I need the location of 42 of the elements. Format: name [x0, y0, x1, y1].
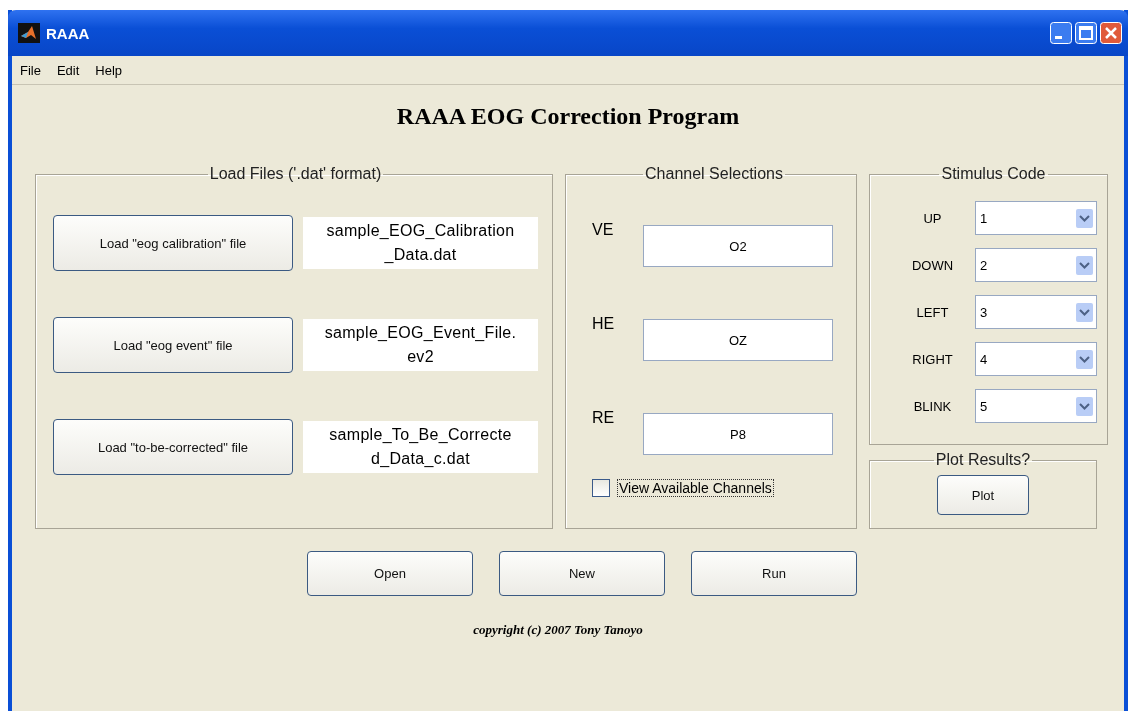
window-title: RAAA: [46, 24, 90, 42]
channel-field[interactable]: P8: [643, 413, 833, 455]
code-dropdown[interactable]: 1: [975, 201, 1097, 235]
channel-field[interactable]: OZ: [643, 319, 833, 361]
panel-title: Stimulus Code: [940, 165, 1047, 183]
code-dropdown[interactable]: 5: [975, 389, 1097, 423]
code-dropdown[interactable]: 4: [975, 342, 1097, 376]
app-icon: [18, 23, 40, 43]
stimulus-label: RIGHT: [911, 351, 954, 367]
program-heading: RAAA EOG Correction Program: [395, 103, 741, 131]
channel-label: RE: [592, 408, 616, 427]
menu-item[interactable]: File: [14, 60, 47, 80]
stimulus-label: LEFT: [915, 304, 950, 320]
load-file-button[interactable]: Load "to-be-corrected" file: [53, 419, 293, 475]
channel-label: VE: [592, 220, 615, 239]
action-button[interactable]: Run: [691, 551, 857, 596]
code-dropdown[interactable]: 2: [975, 248, 1097, 282]
stimulus-label: UP: [922, 210, 943, 226]
channel-field[interactable]: O2: [643, 225, 833, 267]
file-name-text: sample_EOG_Event_File. ev2: [303, 319, 538, 371]
channel-label: HE: [592, 314, 616, 333]
load-file-button[interactable]: Load "eog calibration" file: [53, 215, 293, 271]
panel-title: Load Files ('.dat' format): [208, 165, 383, 183]
action-button[interactable]: Open: [307, 551, 473, 596]
file-name-text: sample_To_Be_Correcte d_Data_c.dat: [303, 421, 538, 473]
checkbox[interactable]: [592, 479, 610, 497]
stimulus-label: BLINK: [912, 398, 953, 414]
close-icon[interactable]: [1100, 22, 1122, 44]
checkbox-label[interactable]: View Available Channels: [617, 479, 774, 497]
menu-item[interactable]: Edit: [50, 60, 86, 80]
panel-title: Channel Selections: [644, 165, 784, 183]
maximize-icon[interactable]: [1075, 22, 1097, 44]
panel-title: Plot Results?: [934, 451, 1032, 469]
action-button[interactable]: New: [499, 551, 665, 596]
minimize-icon[interactable]: [1050, 22, 1072, 44]
copyright-text: copyright (c) 2007 Tony Tanoyo: [472, 622, 644, 638]
stimulus-label: DOWN: [910, 257, 955, 273]
file-name-text: sample_EOG_Calibration _Data.dat: [303, 217, 538, 269]
menu-item[interactable]: Help: [89, 60, 129, 80]
code-dropdown[interactable]: 3: [975, 295, 1097, 329]
load-file-button[interactable]: Load "eog event" file: [53, 317, 293, 373]
plot-button[interactable]: Plot: [937, 475, 1029, 515]
